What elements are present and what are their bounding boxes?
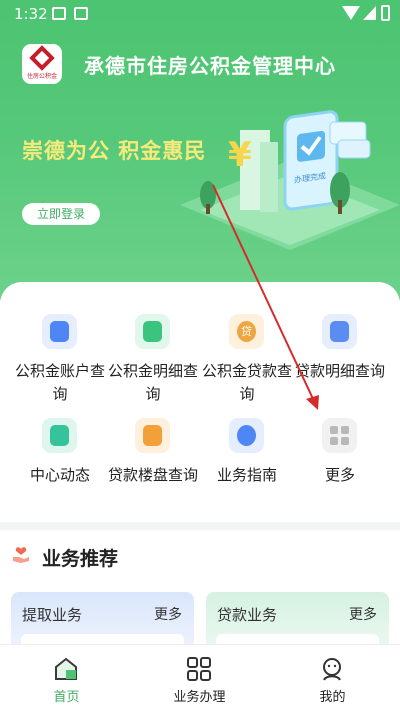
service-label: 更多 — [324, 466, 355, 484]
recommend-section: 业务推荐 提取业务 更多 贷款业务 更多 — [0, 530, 400, 650]
wifi-icon — [342, 6, 360, 20]
service-label: 业务指南 — [216, 466, 277, 484]
building-icon — [135, 418, 170, 453]
service-label: 贷款楼盘查询 — [107, 466, 198, 484]
withdraw-business-card[interactable]: 提取业务 更多 — [11, 592, 194, 650]
battery-icon — [381, 5, 390, 21]
app-header: 住房公积金 承德市住房公积金管理中心 — [0, 40, 400, 84]
home-icon — [55, 657, 77, 680]
loan-business-card[interactable]: 贷款业务 更多 — [206, 592, 389, 650]
logo-text: 住房公积金 — [26, 73, 57, 80]
loan-detail-icon — [322, 314, 357, 349]
service-label: 中心动态 — [29, 466, 90, 484]
user-icon — [323, 658, 341, 681]
status-time: 1:32 — [14, 5, 48, 23]
grid-icon — [187, 657, 211, 681]
login-button[interactable]: 立即登录 — [22, 203, 100, 225]
service-label: 贷款明细查询 — [294, 362, 385, 380]
detail-icon — [135, 314, 170, 349]
status-bar: 1:32 — [0, 0, 400, 28]
tab-business[interactable]: 业务办理 — [133, 645, 266, 711]
tab-profile[interactable]: 我的 — [266, 645, 399, 711]
tab-label: 首页 — [53, 690, 80, 705]
recommend-title: 业务推荐 — [42, 548, 119, 570]
hand-heart-icon — [13, 547, 29, 563]
news-icon — [42, 418, 77, 453]
page-title: 承德市住房公积金管理中心 — [84, 54, 336, 78]
gallery-notification-icon — [52, 7, 66, 20]
card-name: 贷款业务 — [217, 606, 278, 624]
guide-icon — [229, 418, 264, 453]
tab-home[interactable]: 首页 — [0, 645, 133, 711]
card-more-link[interactable]: 更多 — [349, 604, 377, 624]
loan-icon: 贷 — [229, 314, 264, 349]
card-name: 提取业务 — [22, 606, 83, 624]
banner-slogan: 崇德为公 积金惠民 — [22, 139, 207, 163]
logo: 住房公积金 — [22, 44, 62, 84]
account-icon — [42, 314, 77, 349]
bottom-tab-bar: 首页 业务办理 我的 — [0, 644, 400, 711]
service-label: 公积金明细查询 — [107, 362, 198, 403]
yen-symbol: ¥ — [228, 135, 252, 175]
more-grid-icon — [322, 418, 357, 453]
service-label: 公积金账户查询 — [14, 362, 105, 403]
app-notification-icon — [74, 7, 88, 20]
service-label: 公积金贷款查询 — [201, 362, 292, 403]
services-card: 公积金账户查询 公积金明细查询 贷 公积金贷款查询 贷款明细查询 中心动态 贷款… — [0, 282, 400, 522]
card-more-link[interactable]: 更多 — [154, 604, 182, 624]
banner-illustration: ¥ 办理完成 — [180, 110, 400, 250]
tab-label: 业务办理 — [173, 690, 226, 705]
tab-label: 我的 — [319, 690, 346, 705]
logo-mark-icon — [29, 45, 55, 71]
signal-icon — [363, 6, 376, 20]
